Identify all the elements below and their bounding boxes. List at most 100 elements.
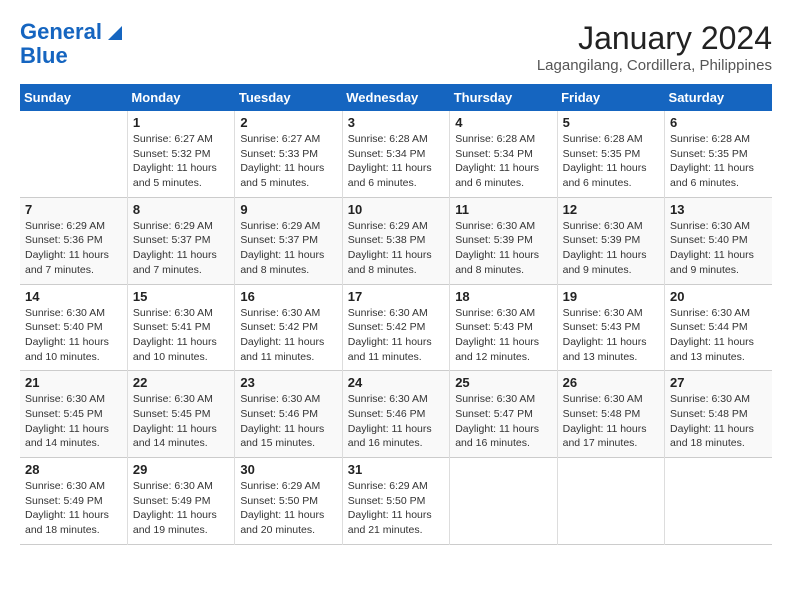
calendar-week-row: 28 Sunrise: 6:30 AM Sunset: 5:49 PM Dayli… — [20, 458, 772, 545]
day-info: Sunrise: 6:28 AM Sunset: 5:34 PM Dayligh… — [455, 132, 551, 191]
calendar-week-row: 7Sunrise: 6:29 AM Sunset: 5:36 PM Daylig… — [20, 197, 772, 284]
day-info: Sunrise: 6:30 AM Sunset: 5:43 PM Dayligh… — [563, 306, 659, 365]
day-number: 5 — [563, 115, 659, 130]
day-info: Sunrise: 6:30 AM Sunset: 5:46 PM Dayligh… — [348, 392, 444, 451]
day-info: Sunrise: 6:29 AM Sunset: 5:50 PM Dayligh… — [240, 479, 336, 538]
logo-text: General — [20, 20, 102, 44]
day-number: 4 — [455, 115, 551, 130]
day-number: 20 — [670, 289, 767, 304]
calendar-cell: 12Sunrise: 6:30 AM Sunset: 5:39 PM Dayli… — [557, 197, 664, 284]
calendar-cell: 22Sunrise: 6:30 AM Sunset: 5:45 PM Dayli… — [127, 371, 234, 458]
day-number: 10 — [348, 202, 444, 217]
calendar-cell: 3 Sunrise: 6:28 AM Sunset: 5:34 PM Daylig… — [342, 111, 449, 197]
subtitle: Lagangilang, Cordillera, Philippines — [537, 57, 772, 74]
calendar-cell: 31 Sunrise: 6:29 AM Sunset: 5:50 PM Dayli… — [342, 458, 449, 545]
calendar-cell: 9 Sunrise: 6:29 AM Sunset: 5:37 PM Daylig… — [235, 197, 342, 284]
day-info: Sunrise: 6:30 AM Sunset: 5:46 PM Dayligh… — [240, 392, 336, 451]
calendar-cell: 10 Sunrise: 6:29 AM Sunset: 5:38 PM Dayli… — [342, 197, 449, 284]
day-number: 6 — [670, 115, 767, 130]
day-number: 26 — [563, 375, 659, 390]
calendar-cell — [557, 458, 664, 545]
day-info: Sunrise: 6:30 AM Sunset: 5:47 PM Dayligh… — [455, 392, 551, 451]
day-info: Sunrise: 6:29 AM Sunset: 5:50 PM Dayligh… — [348, 479, 444, 538]
day-number: 27 — [670, 375, 767, 390]
day-number: 14 — [25, 289, 122, 304]
calendar-cell: 17 Sunrise: 6:30 AM Sunset: 5:42 PM Dayli… — [342, 284, 449, 371]
calendar-cell: 16Sunrise: 6:30 AM Sunset: 5:42 PM Dayli… — [235, 284, 342, 371]
day-info: Sunrise: 6:27 AM Sunset: 5:32 PM Dayligh… — [133, 132, 229, 191]
calendar-cell: 20 Sunrise: 6:30 AM Sunset: 5:44 PM Dayli… — [665, 284, 772, 371]
day-info: Sunrise: 6:29 AM Sunset: 5:37 PM Dayligh… — [133, 219, 229, 278]
day-number: 24 — [348, 375, 444, 390]
day-number: 18 — [455, 289, 551, 304]
calendar-cell: 28 Sunrise: 6:30 AM Sunset: 5:49 PM Dayli… — [20, 458, 127, 545]
day-info: Sunrise: 6:30 AM Sunset: 5:45 PM Dayligh… — [133, 392, 229, 451]
day-info: Sunrise: 6:30 AM Sunset: 5:39 PM Dayligh… — [563, 219, 659, 278]
day-number: 17 — [348, 289, 444, 304]
day-info: Sunrise: 6:28 AM Sunset: 5:35 PM Dayligh… — [670, 132, 767, 191]
logo: General Blue — [20, 20, 122, 68]
day-number: 16 — [240, 289, 336, 304]
calendar-week-row: 14 Sunrise: 6:30 AM Sunset: 5:40 PM Dayli… — [20, 284, 772, 371]
day-of-week-header: Friday — [557, 84, 664, 111]
logo-blue: Blue — [20, 44, 68, 68]
day-info: Sunrise: 6:30 AM Sunset: 5:43 PM Dayligh… — [455, 306, 551, 365]
calendar-cell: 5 Sunrise: 6:28 AM Sunset: 5:35 PM Daylig… — [557, 111, 664, 197]
day-number: 7 — [25, 202, 122, 217]
day-number: 13 — [670, 202, 767, 217]
day-info: Sunrise: 6:29 AM Sunset: 5:37 PM Dayligh… — [240, 219, 336, 278]
day-number: 25 — [455, 375, 551, 390]
day-number: 19 — [563, 289, 659, 304]
day-number: 9 — [240, 202, 336, 217]
day-info: Sunrise: 6:30 AM Sunset: 5:40 PM Dayligh… — [25, 306, 122, 365]
day-of-week-header: Monday — [127, 84, 234, 111]
title-section: January 2024 Lagangilang, Cordillera, Ph… — [537, 20, 772, 74]
calendar-header-row: SundayMondayTuesdayWednesdayThursdayFrid… — [20, 84, 772, 111]
calendar-cell: 7Sunrise: 6:29 AM Sunset: 5:36 PM Daylig… — [20, 197, 127, 284]
calendar-cell: 24 Sunrise: 6:30 AM Sunset: 5:46 PM Dayli… — [342, 371, 449, 458]
calendar-cell: 26 Sunrise: 6:30 AM Sunset: 5:48 PM Dayli… — [557, 371, 664, 458]
day-info: Sunrise: 6:30 AM Sunset: 5:49 PM Dayligh… — [25, 479, 122, 538]
day-number: 23 — [240, 375, 336, 390]
day-info: Sunrise: 6:30 AM Sunset: 5:48 PM Dayligh… — [670, 392, 767, 451]
calendar-cell: 11 Sunrise: 6:30 AM Sunset: 5:39 PM Dayli… — [450, 197, 557, 284]
calendar-cell: 1Sunrise: 6:27 AM Sunset: 5:32 PM Daylig… — [127, 111, 234, 197]
day-info: Sunrise: 6:28 AM Sunset: 5:34 PM Dayligh… — [348, 132, 444, 191]
logo-icon — [104, 22, 122, 40]
day-number: 8 — [133, 202, 229, 217]
day-info: Sunrise: 6:30 AM Sunset: 5:42 PM Dayligh… — [348, 306, 444, 365]
calendar-cell: 21 Sunrise: 6:30 AM Sunset: 5:45 PM Dayli… — [20, 371, 127, 458]
calendar-cell: 18 Sunrise: 6:30 AM Sunset: 5:43 PM Dayli… — [450, 284, 557, 371]
page-header: General Blue January 2024 Lagangilang, C… — [20, 20, 772, 74]
calendar-cell: 4 Sunrise: 6:28 AM Sunset: 5:34 PM Daylig… — [450, 111, 557, 197]
day-number: 29 — [133, 462, 229, 477]
calendar-cell: 14 Sunrise: 6:30 AM Sunset: 5:40 PM Dayli… — [20, 284, 127, 371]
day-info: Sunrise: 6:29 AM Sunset: 5:38 PM Dayligh… — [348, 219, 444, 278]
day-info: Sunrise: 6:30 AM Sunset: 5:39 PM Dayligh… — [455, 219, 551, 278]
day-info: Sunrise: 6:30 AM Sunset: 5:48 PM Dayligh… — [563, 392, 659, 451]
day-info: Sunrise: 6:30 AM Sunset: 5:40 PM Dayligh… — [670, 219, 767, 278]
day-info: Sunrise: 6:30 AM Sunset: 5:49 PM Dayligh… — [133, 479, 229, 538]
day-of-week-header: Saturday — [665, 84, 772, 111]
calendar-cell: 2Sunrise: 6:27 AM Sunset: 5:33 PM Daylig… — [235, 111, 342, 197]
day-number: 21 — [25, 375, 122, 390]
calendar-cell: 6 Sunrise: 6:28 AM Sunset: 5:35 PM Daylig… — [665, 111, 772, 197]
day-number: 3 — [348, 115, 444, 130]
calendar-cell: 25 Sunrise: 6:30 AM Sunset: 5:47 PM Dayli… — [450, 371, 557, 458]
day-of-week-header: Tuesday — [235, 84, 342, 111]
calendar-cell: 27 Sunrise: 6:30 AM Sunset: 5:48 PM Dayli… — [665, 371, 772, 458]
calendar-cell: 13 Sunrise: 6:30 AM Sunset: 5:40 PM Dayli… — [665, 197, 772, 284]
day-info: Sunrise: 6:30 AM Sunset: 5:45 PM Dayligh… — [25, 392, 122, 451]
day-number: 28 — [25, 462, 122, 477]
day-info: Sunrise: 6:28 AM Sunset: 5:35 PM Dayligh… — [563, 132, 659, 191]
day-info: Sunrise: 6:30 AM Sunset: 5:41 PM Dayligh… — [133, 306, 229, 365]
day-number: 11 — [455, 202, 551, 217]
calendar-cell — [665, 458, 772, 545]
calendar-cell: 8 Sunrise: 6:29 AM Sunset: 5:37 PM Daylig… — [127, 197, 234, 284]
day-of-week-header: Wednesday — [342, 84, 449, 111]
day-number: 31 — [348, 462, 444, 477]
day-of-week-header: Sunday — [20, 84, 127, 111]
calendar-cell: 30Sunrise: 6:29 AM Sunset: 5:50 PM Dayli… — [235, 458, 342, 545]
day-info: Sunrise: 6:27 AM Sunset: 5:33 PM Dayligh… — [240, 132, 336, 191]
day-info: Sunrise: 6:30 AM Sunset: 5:44 PM Dayligh… — [670, 306, 767, 365]
